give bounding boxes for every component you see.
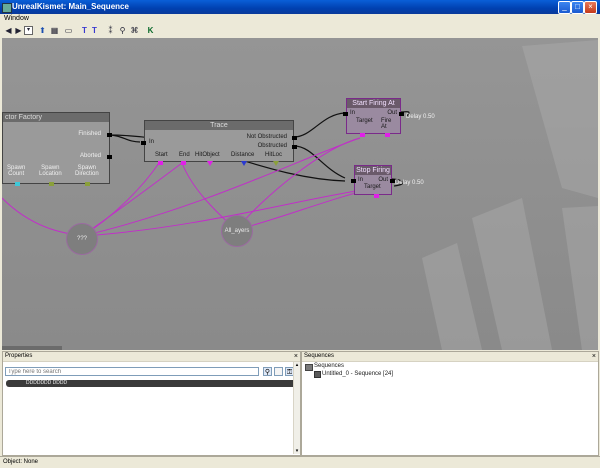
toolbar: ◀ ▶ ▾ ⬆ ▦ ▭ T T ⁑ ⚲ ⌘ K [0, 24, 600, 38]
trace-not-obstructed-pin[interactable] [292, 136, 297, 140]
node-start-firing[interactable]: Start Firing At In Out Target Fire At [343, 98, 404, 137]
trace-in-label: In [149, 139, 155, 145]
spawn-location-pin[interactable] [49, 182, 54, 186]
window-title: UnrealKismet: Main_Sequence [12, 2, 129, 11]
sequences-close-icon[interactable]: × [592, 352, 596, 361]
stop-firing-out-label: Out [378, 177, 388, 183]
title-bar: UnrealKismet: Main_Sequence _ □ × [0, 0, 600, 14]
trace-title: Trace [145, 121, 293, 130]
link-notobstructed-start [293, 112, 346, 138]
pin-icon[interactable]: ⁑ [106, 26, 115, 35]
properties-category-row[interactable]: DDDDDDD DDDD [6, 380, 296, 387]
forward-icon[interactable]: ▶ [14, 26, 23, 35]
background-decoration [422, 40, 598, 350]
start-firing-out-pin[interactable] [399, 112, 404, 116]
sequence-item[interactable]: Untitled_0 - Sequence [24] [322, 371, 393, 377]
partial-node[interactable] [2, 346, 62, 350]
spawn-count-label: Spawn Count [7, 165, 26, 177]
trace-start-pin[interactable] [158, 161, 163, 165]
trace-var-end: End [179, 152, 190, 158]
start-firing-title: Start Firing At [347, 99, 400, 108]
sequence-item-icon [314, 371, 321, 378]
actor-factory-finished-label: Finished [78, 131, 101, 137]
trace-in-pin[interactable] [141, 141, 146, 145]
properties-search-input[interactable] [5, 367, 259, 376]
minimize-icon[interactable]: _ [558, 1, 571, 14]
start-firing-out-label: Out [387, 110, 397, 116]
node-trace[interactable]: Trace In Not Obstructed Obstructed Start… [141, 120, 297, 166]
stop-firing-target-pin[interactable] [374, 194, 379, 198]
properties-close-icon[interactable]: × [294, 352, 298, 361]
node-actor-factory[interactable]: ctor Factory Finished Aborted Spawn Coun… [2, 112, 112, 186]
app-icon [2, 3, 12, 13]
trace-hitloc-pin[interactable] [273, 161, 279, 166]
stop-firing-in-label: In [358, 177, 364, 183]
history-dropdown-icon[interactable]: ▾ [24, 26, 33, 35]
start-firing-fire-at-pin[interactable] [385, 133, 390, 137]
stop-firing-in-pin[interactable] [351, 179, 356, 183]
start-firing-in-pin[interactable] [343, 112, 348, 116]
canvas-links [2, 40, 598, 350]
properties-header: Properties × [3, 352, 300, 362]
trace-not-obstructed-label: Not Obstructed [246, 134, 287, 140]
scroll-up-icon[interactable]: ▴ [294, 362, 300, 368]
start-firing-target-label: Target [356, 118, 373, 124]
properties-title: Properties [5, 353, 33, 359]
sequence-folder-icon [305, 364, 313, 371]
stop-firing-title: Stop Firing [355, 166, 391, 175]
search-icon[interactable]: ⚲ [118, 26, 127, 35]
trace-distance-pin[interactable] [241, 161, 247, 166]
trace-var-hitobject: HitObject [195, 152, 220, 158]
start-firing-delay: Delay 0.50 [406, 114, 435, 120]
spawn-direction-label: Spawn Direction [75, 165, 99, 177]
spawn-location-label: Spawn Location [39, 165, 62, 177]
close-icon[interactable]: × [584, 1, 597, 14]
sequences-title: Sequences [304, 353, 335, 359]
tag-icon[interactable]: ⌘ [130, 26, 139, 35]
sequences-root[interactable]: Sequences [314, 363, 344, 369]
node-stop-firing[interactable]: Stop Firing In Out Target [351, 165, 395, 198]
clear-search-icon[interactable] [274, 367, 283, 376]
trace-var-start: Start [155, 152, 168, 158]
scroll-down-icon[interactable]: ▾ [294, 448, 300, 454]
trace-end-pin[interactable] [181, 161, 186, 165]
properties-panel: Properties × ⚲ ⚿ DDDDDDD DDDD ▴ ▾ [2, 351, 301, 456]
zoom-fit-icon[interactable]: ▭ [64, 26, 73, 35]
rename-icon[interactable]: ▦ [50, 26, 59, 35]
status-text: Object: None [3, 459, 39, 465]
parent-sequence-icon[interactable]: ⬆ [38, 26, 47, 35]
maximize-icon[interactable]: □ [571, 1, 584, 14]
actor-factory-aborted-pin[interactable] [107, 155, 112, 159]
back-icon[interactable]: ◀ [4, 26, 13, 35]
kismet-icon[interactable]: K [146, 26, 155, 35]
start-firing-fire-at-label: Fire At [381, 118, 392, 130]
trace-hitobject-pin[interactable] [207, 161, 213, 166]
trace-obstructed-label: Obstructed [257, 143, 287, 149]
spawn-direction-pin[interactable] [85, 182, 90, 186]
graph-canvas[interactable]: ctor Factory Finished Aborted Spawn Coun… [2, 38, 598, 350]
link-obstructed-stop [293, 145, 346, 179]
spawn-count-pin[interactable] [15, 182, 20, 186]
sequences-panel: Sequences × Sequences Untitled_0 - Seque… [301, 351, 599, 456]
text-icon[interactable]: T [80, 26, 89, 35]
actor-factory-aborted-label: Aborted [79, 153, 101, 159]
trace-var-distance: Distance [231, 152, 255, 158]
sequences-header: Sequences × [302, 352, 598, 362]
search-icon[interactable]: ⚲ [263, 367, 272, 376]
stop-firing-delay: Delay 0.50 [395, 180, 424, 186]
start-firing-in-label: In [350, 110, 356, 116]
status-bar: Object: None [0, 456, 600, 468]
actor-factory-finished-pin[interactable] [107, 133, 112, 137]
menu-window[interactable]: Window [4, 15, 29, 22]
variable-all-players[interactable]: All_ayers [221, 215, 253, 247]
properties-scrollbar[interactable]: ▴ ▾ [293, 362, 300, 454]
trace-var-hitloc: HitLoc [265, 152, 283, 158]
actor-factory-title: ctor Factory [3, 113, 109, 122]
start-firing-target-pin[interactable] [360, 133, 365, 137]
stop-firing-target-label: Target [364, 184, 381, 190]
trace-obstructed-pin[interactable] [292, 145, 297, 149]
text-tool-icon[interactable]: T [90, 26, 99, 35]
variable-player[interactable]: ??? [66, 223, 98, 255]
